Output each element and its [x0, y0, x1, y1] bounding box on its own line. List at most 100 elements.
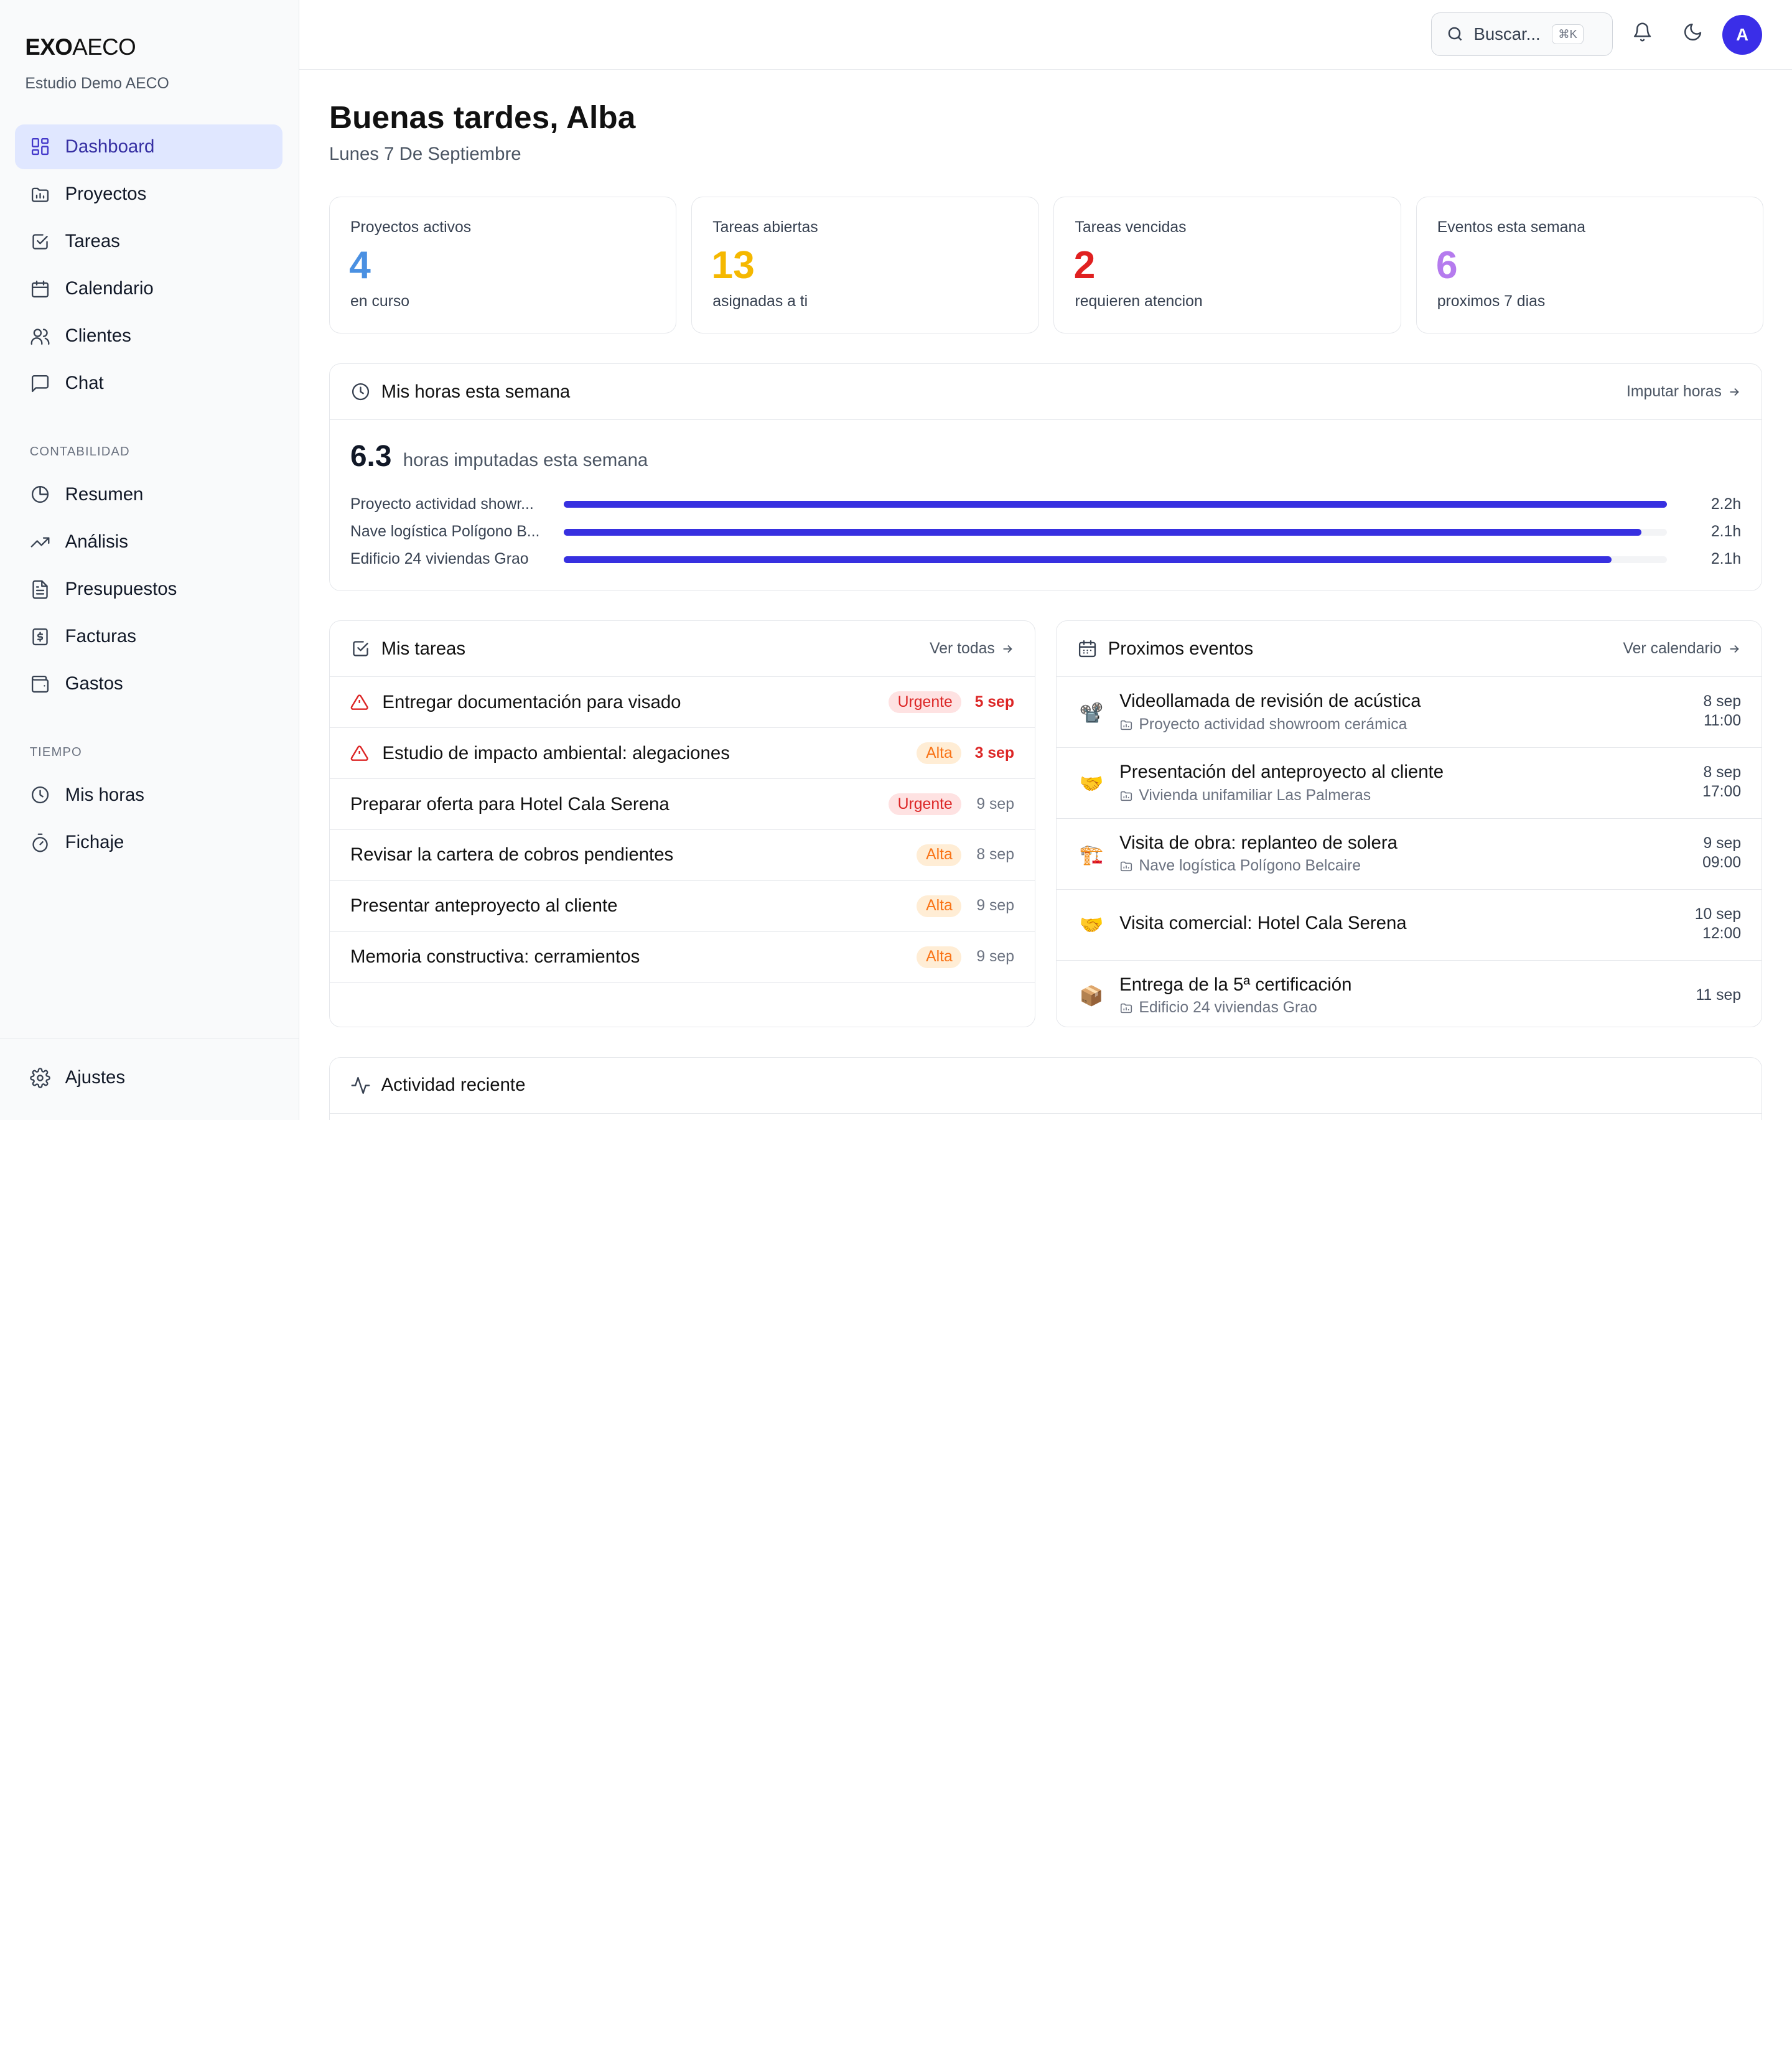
event-row[interactable]: 📽️ Videollamada de revisión de acústica Pr…	[1057, 677, 1762, 749]
event-row[interactable]: 🏗️ Visita de obra: replanteo de solera Nav…	[1057, 819, 1762, 890]
sidebar-item-label: Gastos	[65, 673, 123, 694]
task-due-date: 5 sep	[974, 693, 1014, 711]
sidebar-item-fichaje[interactable]: Fichaje	[15, 820, 282, 865]
stat-label: Eventos esta semana	[1437, 218, 1586, 236]
event-datetime: 8 sep 11:00	[1703, 693, 1742, 730]
brand-logo[interactable]: EXOAECO	[25, 34, 136, 60]
stat-value: 2	[1073, 243, 1096, 287]
folder-icon	[1121, 1003, 1132, 1014]
task-row[interactable]: Preparar oferta para Hotel Cala Serena Ur…	[329, 779, 1035, 831]
section-label-tiempo: TIEMPO	[29, 745, 82, 760]
hours-bar-row: Edificio 24 viviendas Grao 2.1h	[350, 549, 1741, 570]
sidebar-item-calendario[interactable]: Calendario	[15, 266, 282, 311]
sidebar-item-análisis[interactable]: Análisis	[15, 520, 282, 564]
sidebar-item-mis-horas[interactable]: Mis horas	[15, 773, 282, 818]
task-due-date: 8 sep	[976, 846, 1014, 864]
invoice-icon	[32, 628, 48, 645]
theme-toggle-button[interactable]	[1682, 22, 1707, 47]
task-title: Presentar anteproyecto al cliente	[350, 895, 618, 917]
sidebar-item-facturas[interactable]: Facturas	[15, 614, 282, 659]
hours-project-name: Edificio 24 viviendas Grao	[350, 551, 529, 568]
task-row[interactable]: Memoria constructiva: cerramientos Alta 9 …	[329, 932, 1035, 983]
task-row[interactable]: Presentar anteproyecto al cliente Alta 9 s…	[329, 881, 1035, 932]
event-type-icon: 📦	[1079, 985, 1104, 1007]
page-title: Buenas tardes, Alba	[329, 98, 636, 135]
arrow-right-icon	[1730, 388, 1739, 396]
stat-card[interactable]: Tareas vencidas 2 requieren atencion	[1053, 196, 1401, 334]
sidebar-item-gastos[interactable]: Gastos	[15, 661, 282, 706]
stat-card[interactable]: Proyectos activos 4 en curso	[329, 196, 677, 334]
sidebar-item-label: Presupuestos	[65, 579, 177, 600]
stat-card[interactable]: Tareas abiertas 13 asignadas a ti	[691, 196, 1039, 334]
sidebar-item-chat[interactable]: Chat	[15, 361, 282, 406]
imputar-horas-link[interactable]: Imputar horas	[1626, 383, 1741, 401]
wallet-icon	[31, 675, 49, 693]
stat-value: 13	[711, 243, 755, 287]
search-button[interactable]: Buscar... ⌘K	[1430, 12, 1613, 56]
notifications-button[interactable]	[1632, 22, 1657, 47]
sidebar-item-dashboard[interactable]: Dashboard	[14, 124, 282, 169]
event-row[interactable]: 🤝 Presentación del anteproyecto al client…	[1057, 748, 1762, 819]
ver-calendario-link[interactable]: Ver calendario	[1623, 640, 1741, 658]
event-title: Presentación del anteproyecto al cliente	[1119, 762, 1444, 783]
search-icon	[1449, 27, 1462, 41]
event-title: Entrega de la 5ª certificación	[1119, 974, 1352, 995]
task-title: Estudio de impacto ambiental: alegacione…	[382, 742, 730, 763]
priority-badge: Alta	[917, 844, 962, 867]
event-title: Visita de obra: replanteo de solera	[1119, 833, 1398, 854]
priority-badge: Alta	[917, 742, 962, 765]
sidebar-item-tareas[interactable]: Tareas	[15, 219, 282, 264]
event-title: Videollamada de revisión de acústica	[1119, 691, 1421, 712]
moon-icon	[1684, 23, 1701, 40]
event-row[interactable]: 📦 Entrega de la 5ª certificación Edificio …	[1057, 961, 1762, 1027]
hours-card-title: Mis horas esta semana	[381, 381, 571, 402]
arrow-right-icon	[1730, 645, 1739, 653]
hours-bar-track	[564, 501, 1667, 508]
event-datetime: 11 sep	[1696, 987, 1742, 1004]
event-title: Visita comercial: Hotel Cala Serena	[1119, 912, 1407, 933]
bell-icon	[1633, 22, 1651, 42]
topbar: Buscar... ⌘K A	[299, 0, 1792, 70]
task-due-date: 9 sep	[976, 795, 1014, 813]
event-project: Proyecto actividad showroom cerámica	[1119, 716, 1407, 734]
sidebar-item-proyectos[interactable]: Proyectos	[15, 172, 282, 217]
sidebar-item-label: Clientes	[65, 325, 131, 347]
event-row[interactable]: 🤝 Visita comercial: Hotel Cala Serena 10 s…	[1057, 890, 1762, 961]
tasks-card: Mis tareas Ver todas Entregar documentac…	[329, 620, 1036, 1028]
sidebar-nav: Dashboard Proyectos Tareas Calendario Client…	[14, 124, 282, 867]
task-row[interactable]: Estudio de impacto ambiental: alegacione…	[329, 728, 1035, 780]
hours-total-label: horas imputadas esta semana	[403, 450, 648, 471]
stat-sublabel: en curso	[350, 293, 410, 310]
task-title: Preparar oferta para Hotel Cala Serena	[350, 793, 670, 814]
hours-value: 2.2h	[1710, 495, 1742, 513]
priority-badge: Alta	[917, 895, 962, 918]
event-datetime: 8 sep 17:00	[1702, 764, 1742, 801]
hours-project-name: Proyecto actividad showr...	[350, 495, 534, 513]
priority-badge: Urgente	[888, 793, 962, 816]
tasks-card-header: Mis tareas Ver todas	[329, 621, 1035, 678]
sidebar-item-resumen[interactable]: Resumen	[15, 472, 282, 517]
ver-todas-link[interactable]: Ver todas	[930, 640, 1014, 658]
search-shortcut: ⌘K	[1552, 24, 1584, 44]
stat-label: Tareas abiertas	[712, 218, 818, 236]
event-type-icon: 🤝	[1079, 914, 1104, 936]
avatar[interactable]: A	[1722, 14, 1763, 55]
task-row[interactable]: Revisar la cartera de cobros pendientes A…	[329, 830, 1035, 881]
sidebar-item-clientes[interactable]: Clientes	[15, 314, 282, 358]
sidebar-item-label: Ajustes	[65, 1067, 126, 1088]
sidebar-item-ajustes[interactable]: Ajustes	[15, 1055, 282, 1100]
users-icon	[30, 328, 50, 345]
task-row[interactable]: Entregar documentación para visado Urgent…	[329, 677, 1035, 729]
arrow-right-icon	[1003, 645, 1012, 653]
activity-icon	[351, 1076, 370, 1094]
stat-card[interactable]: Eventos esta semana 6 proximos 7 dias	[1416, 196, 1763, 334]
events-card: Proximos eventos Ver calendario 📽️ Videol…	[1056, 620, 1763, 1028]
sidebar-item-presupuestos[interactable]: Presupuestos	[15, 567, 282, 612]
event-datetime: 10 sep 12:00	[1694, 905, 1742, 943]
event-project: Nave logística Polígono Belcaire	[1119, 857, 1361, 875]
hours-bar-track	[564, 528, 1667, 536]
sidebar-item-label: Calendario	[65, 278, 154, 299]
sidebar-item-label: Proyectos	[65, 184, 147, 205]
sidebar-item-label: Análisis	[65, 531, 128, 553]
sidebar-item-label: Facturas	[65, 626, 136, 647]
